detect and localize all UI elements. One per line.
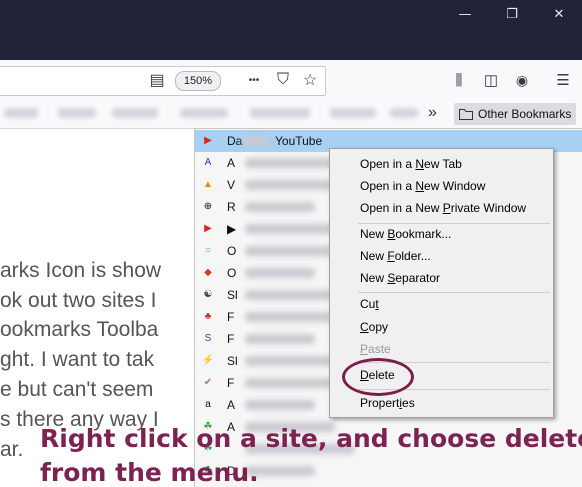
page-text-line: ookmarks Toolba (0, 318, 159, 341)
other-bookmarks-label: Other Bookmarks (478, 107, 572, 121)
caption-line: from the menu. (40, 458, 259, 487)
bookmark-favicon-icon: ▶ (204, 135, 212, 146)
bookmark-prefix: ▶ (227, 222, 237, 236)
bookmark-favicon-icon: A (204, 157, 212, 168)
blurred-bookmark[interactable] (58, 108, 96, 118)
blurred-text (243, 136, 269, 146)
bookmark-favicon-icon: ◆ (204, 267, 212, 278)
bookmark-prefix: F (227, 332, 235, 346)
bookmark-prefix: V (227, 178, 236, 192)
blurred-bookmark[interactable] (330, 108, 376, 118)
zoom-level-button[interactable]: 150% (175, 71, 221, 91)
blurred-text (245, 202, 315, 212)
new-separator-item[interactable]: New Separator (360, 271, 440, 285)
blurred-bookmark[interactable] (250, 108, 310, 118)
bookmark-favicon-icon: ⚡ (201, 355, 215, 366)
bookmark-favicon-icon: ○ (204, 245, 212, 256)
reader-view-icon[interactable]: ▤ (146, 70, 168, 90)
sidebar-icon[interactable]: ◫ (480, 70, 502, 90)
library-icon[interactable]: ⫼ (448, 70, 470, 90)
page-text-line: e but can't seem (0, 378, 154, 401)
blurred-text (245, 158, 335, 168)
minimize-button[interactable]: — (442, 0, 488, 28)
copy-item[interactable]: Copy (360, 320, 388, 334)
restore-button[interactable]: ❐ (489, 0, 535, 28)
bookmark-favicon-icon: ▲ (203, 179, 213, 190)
blurred-text (245, 356, 335, 366)
bookmark-prefix: R (227, 200, 236, 214)
page-text-line: ok out two sites I (0, 289, 157, 312)
blurred-text (245, 290, 335, 300)
bookmark-star-icon[interactable]: ☆ (299, 70, 321, 90)
account-icon[interactable]: ◉ (511, 70, 533, 90)
blurred-text (245, 268, 315, 278)
page-text-line: ght. I want to tak (0, 348, 155, 371)
bookmark-prefix: F (227, 310, 235, 324)
bookmark-favicon-icon: a (205, 399, 211, 410)
blurred-bookmark[interactable] (4, 108, 38, 118)
bookmarks-overflow-chevron-icon[interactable]: » (428, 104, 437, 122)
page-actions-menu-icon[interactable]: ••• (243, 70, 265, 90)
open-in-new-tab-item[interactable]: Open in a New Tab (360, 157, 462, 171)
blurred-text (245, 224, 335, 234)
blurred-bookmark[interactable] (180, 108, 228, 118)
bookmark-favicon-icon: ▶ (204, 223, 212, 234)
bookmark-prefix: O (227, 244, 237, 258)
blurred-bookmark[interactable] (112, 108, 158, 118)
bookmark-favicon-icon: ☯ (203, 289, 213, 300)
bookmark-prefix: A (227, 398, 236, 412)
close-button[interactable]: ✕ (536, 0, 582, 28)
blurred-text (245, 400, 315, 410)
properties-item[interactable]: Properties (360, 396, 415, 410)
other-bookmarks-button[interactable]: Other Bookmarks (454, 103, 576, 125)
bookmark-favicon-icon: ♣ (204, 311, 212, 322)
bookmark-prefix: Sl (227, 354, 238, 368)
new-bookmark-item[interactable]: New Bookmark... (360, 227, 451, 241)
page-text-line: arks Icon is show (0, 259, 162, 282)
blurred-text (245, 334, 315, 344)
bookmark-favicon-icon: ⊕ (203, 201, 213, 212)
bookmark-title: YouTube (275, 134, 323, 148)
bookmark-prefix: F (227, 376, 235, 390)
blurred-bookmark[interactable] (390, 108, 418, 118)
cut-item[interactable]: Cut (360, 297, 379, 311)
menu-separator (358, 292, 550, 293)
pocket-icon[interactable]: ⛉ (272, 70, 294, 90)
page-text-line: ar. (0, 438, 24, 461)
open-in-private-window-item[interactable]: Open in a New Private Window (360, 201, 526, 215)
bookmark-prefix: Sl (227, 288, 238, 302)
bookmark-prefix: A (227, 156, 236, 170)
bookmark-prefix: Da (227, 134, 243, 148)
open-in-new-window-item[interactable]: Open in a New Window (360, 179, 485, 193)
paste-item: Paste (360, 342, 391, 356)
menu-separator (358, 223, 550, 224)
bookmark-prefix: O (227, 266, 237, 280)
folder-icon (459, 109, 473, 120)
app-menu-icon[interactable]: ☰ (552, 70, 574, 90)
caption-line: Right click on a site, and choose delete (40, 424, 582, 453)
bookmark-favicon-icon: S (204, 333, 212, 344)
bookmark-favicon-icon: ✔ (203, 377, 213, 388)
delete-highlight-circle (342, 358, 414, 396)
new-folder-item[interactable]: New Folder... (360, 249, 431, 263)
